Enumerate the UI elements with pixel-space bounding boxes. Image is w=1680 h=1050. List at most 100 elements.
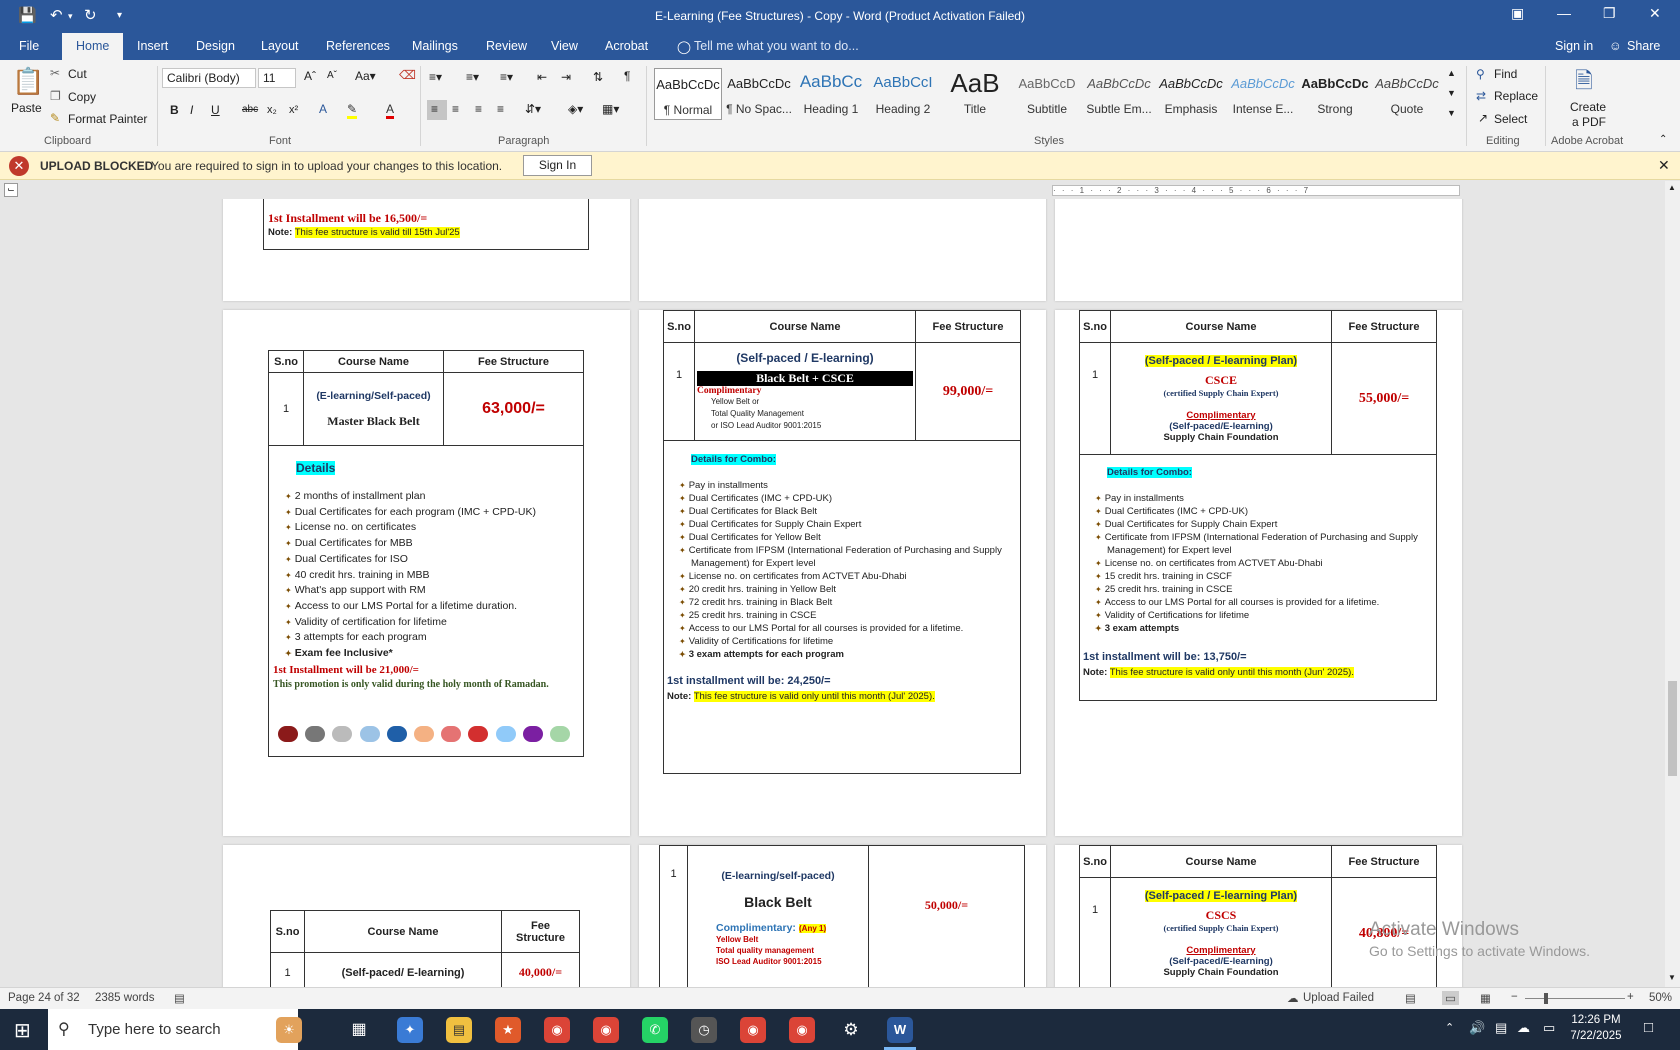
scroll-thumb[interactable] (1668, 681, 1677, 776)
style-heading-1[interactable]: AaBbCc Heading 1 (797, 68, 865, 120)
borders-icon[interactable]: ▦▾ (602, 102, 619, 116)
scroll-up-icon[interactable]: ▲ (1668, 183, 1676, 192)
scroll-down-icon[interactable]: ▼ (1668, 973, 1676, 982)
align-right-icon[interactable]: ≡ (475, 102, 482, 116)
text-effects-icon[interactable]: A (319, 102, 327, 116)
page-count[interactable]: Page 24 of 32 (8, 992, 80, 1004)
zoom-in-icon[interactable]: + (1627, 991, 1634, 1003)
underline-icon[interactable]: U (211, 103, 220, 117)
tab-acrobat[interactable]: Acrobat (605, 39, 648, 53)
weather-widget-icon[interactable]: ☀ (276, 1017, 302, 1043)
bold-icon[interactable]: B (170, 103, 179, 117)
shrink-font-icon[interactable]: Aˇ (327, 70, 337, 81)
clock-time[interactable]: 12:26 PM (1567, 1014, 1625, 1026)
clock-app-icon[interactable]: ◷ (691, 1017, 717, 1043)
taskbar-search[interactable]: ⚲ Type here to search (48, 1009, 298, 1050)
create-pdf-icon[interactable]: 🗎 (1575, 64, 1593, 102)
justify-icon[interactable]: ≡ (497, 102, 504, 116)
change-case-icon[interactable]: Aa▾ (355, 69, 376, 83)
chrome-icon[interactable]: ◉ (789, 1017, 815, 1043)
web-layout-icon[interactable]: ▦ (1480, 991, 1491, 1005)
network-icon[interactable]: ▤ (1495, 1020, 1507, 1036)
tab-file[interactable]: File (19, 39, 39, 53)
style-strong[interactable]: AaBbCcDc Strong (1301, 68, 1369, 120)
tab-design[interactable]: Design (196, 39, 235, 53)
bullets-icon[interactable]: ≡▾ (429, 70, 442, 84)
font-name-dropdown[interactable]: Calibri (Body) (162, 68, 256, 88)
close-banner-icon[interactable]: ✕ (1658, 157, 1670, 174)
style-emphasis[interactable]: AaBbCcDc Emphasis (1157, 68, 1225, 120)
show-marks-icon[interactable]: ¶ (624, 69, 630, 83)
whatsapp-icon[interactable]: ✆ (642, 1017, 668, 1043)
line-spacing-icon[interactable]: ⇵▾ (525, 102, 541, 116)
styles-scroll-down-icon[interactable]: ▼ (1447, 88, 1456, 98)
tab-view[interactable]: View (551, 39, 578, 53)
style-subtle-emphasis[interactable]: AaBbCcDc Subtle Em... (1085, 68, 1153, 120)
sort-icon[interactable]: ⇅ (593, 70, 603, 84)
copy-button[interactable]: Copy (68, 90, 96, 104)
task-view-icon[interactable]: ▦ (346, 1017, 372, 1043)
style-normal[interactable]: AaBbCcDc ¶ Normal (654, 68, 722, 120)
close-icon[interactable]: ✕ (1649, 5, 1661, 22)
format-painter-button[interactable]: Format Painter (68, 112, 147, 126)
share-button[interactable]: Share (1627, 39, 1660, 53)
zoom-level[interactable]: 50% (1649, 992, 1672, 1004)
style-title[interactable]: AaB Title (941, 68, 1009, 120)
style-heading-2[interactable]: AaBbCcI Heading 2 (869, 68, 937, 120)
subscript-icon[interactable]: x₂ (267, 104, 277, 116)
sign-in-link[interactable]: Sign in (1555, 39, 1593, 53)
grow-font-icon[interactable]: Aˆ (304, 69, 316, 83)
app-icon[interactable]: ★ (495, 1017, 521, 1043)
highlight-icon[interactable]: ✎ (347, 102, 358, 119)
style-quote[interactable]: AaBbCcDc Quote (1373, 68, 1441, 120)
sign-in-button[interactable]: Sign In (523, 155, 592, 176)
create-pdf-button[interactable]: Create (1570, 100, 1606, 114)
clear-formatting-icon[interactable]: ⌫ (399, 68, 416, 82)
word-icon[interactable]: W (887, 1017, 913, 1043)
find-button[interactable]: Find (1494, 67, 1517, 81)
upload-status[interactable]: Upload Failed (1303, 992, 1374, 1004)
tab-layout[interactable]: Layout (261, 39, 299, 53)
print-layout-icon[interactable]: ▭ (1442, 991, 1459, 1005)
clock-date[interactable]: 7/22/2025 (1567, 1030, 1625, 1042)
paste-icon[interactable]: 📋 (12, 66, 44, 97)
ribbon-display-icon[interactable]: ▣ (1511, 5, 1524, 22)
styles-scroll-up-icon[interactable]: ▲ (1447, 68, 1456, 78)
style-intense-emphasis[interactable]: AaBbCcDc Intense E... (1229, 68, 1297, 120)
word-count[interactable]: 2385 words (95, 992, 154, 1004)
shading-icon[interactable]: ◈▾ (568, 102, 583, 116)
tab-insert[interactable]: Insert (137, 39, 168, 53)
align-center-icon[interactable]: ≡ (452, 102, 459, 116)
tab-selector-icon[interactable]: ⌙ (4, 183, 18, 197)
restore-icon[interactable]: ❐ (1603, 5, 1616, 22)
minimize-icon[interactable]: — (1557, 5, 1571, 21)
zoom-out-icon[interactable]: − (1511, 991, 1518, 1003)
volume-icon[interactable]: 🔊 (1469, 1020, 1485, 1036)
chrome-icon[interactable]: ◉ (740, 1017, 766, 1043)
share-icon[interactable]: ☺ (1609, 39, 1622, 53)
windows-start-icon[interactable]: ⊞ (14, 1018, 31, 1043)
chrome-icon[interactable]: ◉ (593, 1017, 619, 1043)
proofing-icon[interactable]: ▤ (174, 991, 185, 1005)
styles-more-icon[interactable]: ▼ (1447, 108, 1456, 118)
chrome-icon[interactable]: ◉ (544, 1017, 570, 1043)
zoom-slider[interactable] (1525, 998, 1625, 999)
tell-me-input[interactable]: Tell me what you want to do... (694, 39, 859, 53)
file-explorer-icon[interactable]: ▤ (446, 1017, 472, 1043)
read-mode-icon[interactable]: ▤ (1405, 991, 1416, 1005)
tab-review[interactable]: Review (486, 39, 527, 53)
paste-button[interactable]: Paste (11, 101, 42, 115)
tab-mailings[interactable]: Mailings (412, 39, 458, 53)
cut-button[interactable]: Cut (68, 67, 87, 81)
multilevel-list-icon[interactable]: ≡▾ (500, 70, 513, 84)
select-button[interactable]: Select (1494, 112, 1527, 126)
decrease-indent-icon[interactable]: ⇤ (537, 70, 547, 84)
numbering-icon[interactable]: ≡▾ (466, 70, 479, 84)
superscript-icon[interactable]: x² (289, 104, 298, 116)
tab-home[interactable]: Home (62, 33, 124, 60)
display-icon[interactable]: ▭ (1543, 1020, 1555, 1036)
horizontal-ruler[interactable]: · · · 1 · · · 2 · · · 3 · · · 4 · · · 5 … (1052, 185, 1460, 196)
zoom-slider-thumb[interactable] (1544, 993, 1548, 1004)
italic-icon[interactable]: I (190, 103, 193, 117)
font-size-dropdown[interactable]: 11 (258, 68, 296, 88)
